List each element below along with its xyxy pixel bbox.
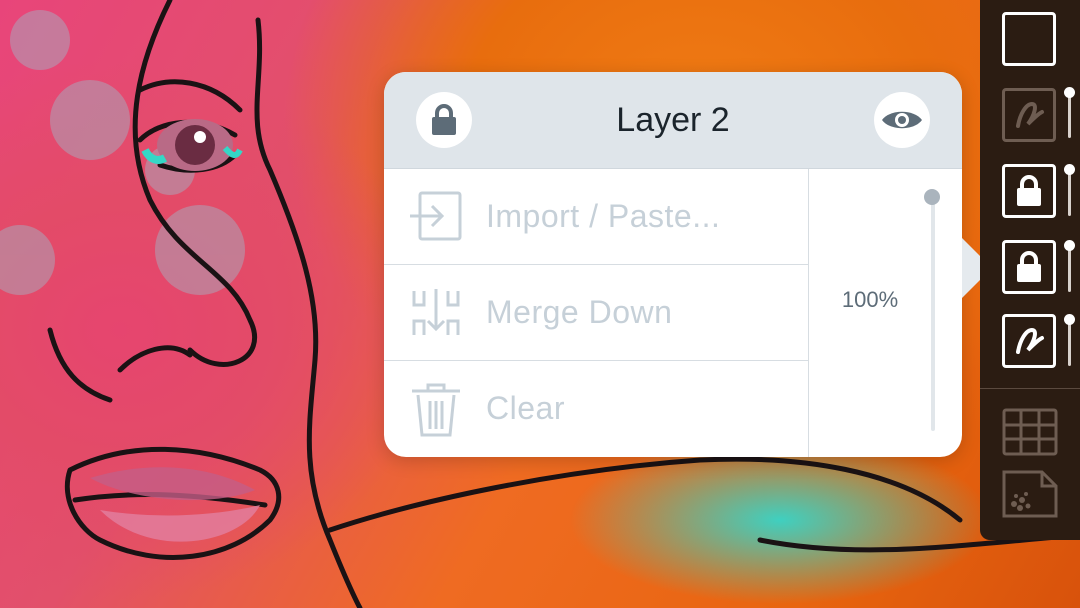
layer-thumbnail-locked[interactable] <box>1002 164 1056 218</box>
layer-opacity-knob[interactable] <box>1064 240 1075 251</box>
import-paste-label: Import / Paste... <box>486 198 721 234</box>
layer-opacity-knob[interactable] <box>1064 314 1075 325</box>
lock-icon <box>1017 251 1041 282</box>
merge-down-icon <box>412 289 460 335</box>
popover-header: Layer 2 <box>384 72 962 169</box>
paper-texture-icon[interactable] <box>1002 470 1058 518</box>
merge-down-item[interactable]: Merge Down <box>384 265 808 361</box>
lock-icon <box>1017 175 1041 206</box>
lock-layer-button[interactable] <box>416 92 472 148</box>
layer-thumbnail-sketch[interactable] <box>1002 88 1056 142</box>
layer-opacity-slider[interactable] <box>1068 92 1071 138</box>
import-icon <box>410 191 462 241</box>
import-paste-item[interactable]: Import / Paste... <box>384 169 808 265</box>
layers-panel <box>980 0 1080 540</box>
lock-icon <box>432 104 456 135</box>
opacity-value: 100% <box>841 287 899 312</box>
brush-stroke-icon <box>1016 101 1044 128</box>
layer-opacity-slider[interactable] <box>1068 246 1071 292</box>
layer-opacity-knob[interactable] <box>1064 164 1075 175</box>
opacity-slider-track[interactable] <box>931 199 935 431</box>
visibility-toggle-button[interactable] <box>874 92 930 148</box>
layer-opacity-knob[interactable] <box>1064 87 1075 98</box>
layer-name[interactable]: Layer 2 <box>504 72 842 168</box>
layer-thumbnail-layer-2[interactable] <box>1002 240 1056 294</box>
layer-opacity-slider[interactable] <box>1068 320 1071 366</box>
layer-thumbnail-empty[interactable] <box>1002 12 1056 66</box>
clear-item[interactable]: Clear <box>384 361 808 456</box>
layer-actions-menu: Import / Paste... Merge Down Clear <box>384 169 808 457</box>
merge-down-label: Merge Down <box>486 294 673 330</box>
eye-icon <box>882 111 922 129</box>
layer-opacity-slider[interactable] <box>1068 170 1071 216</box>
grid-icon[interactable] <box>1002 408 1058 456</box>
trash-icon <box>412 383 460 437</box>
opacity-slider-knob[interactable] <box>924 189 940 205</box>
opacity-control: 100% <box>808 169 962 457</box>
panel-divider <box>980 388 1080 389</box>
layer-options-popover: Layer 2 Import / Paste... Merge Down Cle… <box>384 72 962 457</box>
layer-thumbnail-ink[interactable] <box>1002 314 1056 368</box>
clear-label: Clear <box>486 390 565 426</box>
brush-stroke-icon <box>1016 327 1044 354</box>
